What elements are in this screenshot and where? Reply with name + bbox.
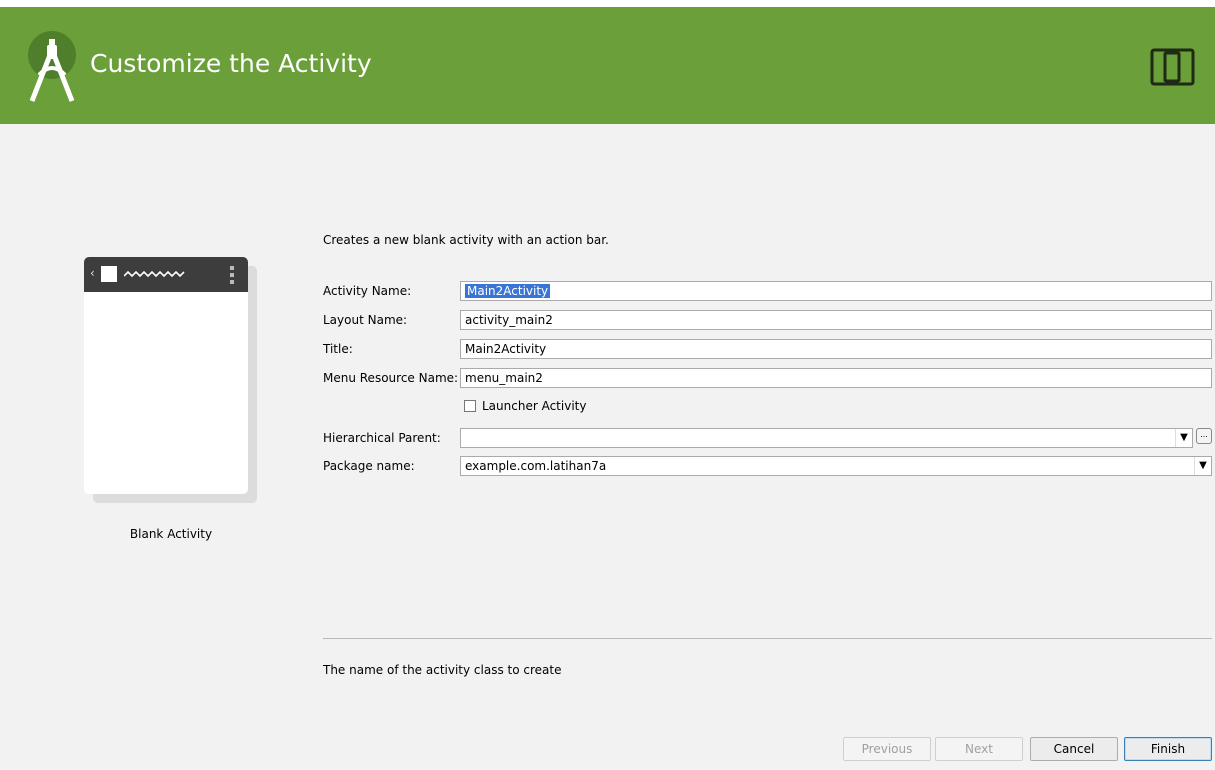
back-chevron-icon: ‹ xyxy=(90,266,95,280)
menu-resource-name-field[interactable]: menu_main2 xyxy=(460,368,1212,388)
field-hint: The name of the activity class to create xyxy=(323,663,562,677)
chevron-down-icon[interactable]: ▼ xyxy=(1194,457,1211,475)
menu-resource-name-label: Menu Resource Name: xyxy=(323,371,459,385)
activity-name-field[interactable]: Main2Activity xyxy=(460,281,1212,301)
template-name: Blank Activity xyxy=(129,527,213,541)
finish-button[interactable]: Finish xyxy=(1124,737,1212,761)
preview-action-bar: ‹ xyxy=(84,257,248,292)
page-title: Customize the Activity xyxy=(90,49,372,78)
wizard-header: Customize the Activity xyxy=(0,7,1215,124)
android-studio-icon xyxy=(28,31,76,102)
layout-name-field[interactable]: activity_main2 xyxy=(460,310,1212,330)
title-field[interactable]: Main2Activity xyxy=(460,339,1212,359)
package-name-value: example.com.latihan7a xyxy=(465,459,607,473)
launcher-activity-label: Launcher Activity xyxy=(482,399,587,413)
activity-preview: ‹ xyxy=(84,257,248,494)
layout-name-label: Layout Name: xyxy=(323,313,408,327)
next-button[interactable]: Next xyxy=(935,737,1023,761)
title-squiggle-icon xyxy=(124,270,185,278)
cancel-button[interactable]: Cancel xyxy=(1030,737,1118,761)
title-label: Title: xyxy=(323,342,353,356)
app-icon-placeholder xyxy=(101,266,117,282)
package-name-label: Package name: xyxy=(323,459,415,473)
window-top-strip xyxy=(0,0,1215,7)
chevron-down-icon[interactable]: ▼ xyxy=(1175,429,1192,447)
browse-parent-button[interactable]: ... xyxy=(1196,428,1212,444)
activity-name-value: Main2Activity xyxy=(465,284,551,298)
previous-button[interactable]: Previous xyxy=(843,737,931,761)
hierarchical-parent-label: Hierarchical Parent: xyxy=(323,431,441,445)
tablet-phone-icon xyxy=(1150,48,1195,86)
divider xyxy=(323,638,1212,639)
overflow-menu-icon xyxy=(230,266,234,284)
package-name-combo[interactable]: example.com.latihan7a ▼ xyxy=(460,456,1212,476)
activity-name-label: Activity Name: xyxy=(323,284,412,298)
hierarchical-parent-combo[interactable]: ▼ xyxy=(460,428,1193,448)
launcher-activity-checkbox[interactable] xyxy=(464,400,476,412)
template-description: Creates a new blank activity with an act… xyxy=(323,233,609,247)
